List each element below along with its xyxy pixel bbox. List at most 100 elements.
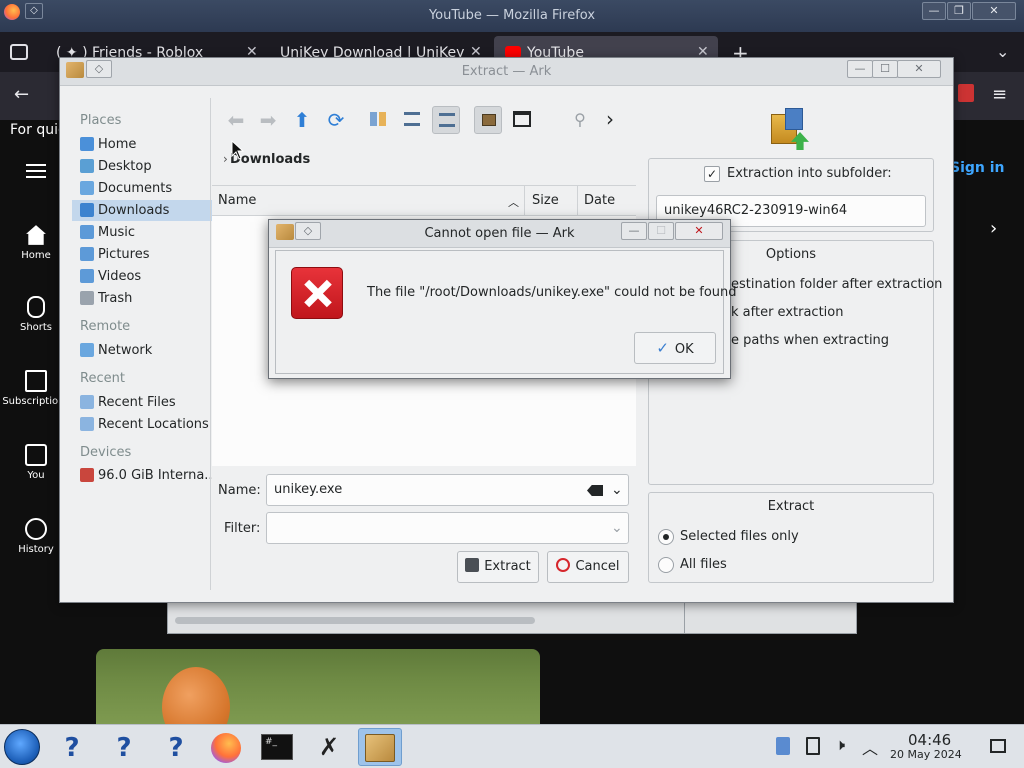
unknown-app-button[interactable]: ? bbox=[50, 728, 94, 766]
home-folder-icon bbox=[80, 137, 94, 151]
name-input[interactable]: unikey.exe ⌄ bbox=[266, 474, 629, 506]
ark-task-button[interactable] bbox=[358, 728, 402, 766]
file-list-header: Name ︿ Size Date bbox=[212, 186, 636, 216]
close-button[interactable]: ✕ bbox=[675, 222, 723, 240]
extract-button[interactable]: Extract bbox=[457, 551, 539, 583]
subfolder-checkbox[interactable]: ✓ bbox=[704, 166, 720, 182]
option-open-destination[interactable]: estination folder after extraction bbox=[731, 277, 942, 292]
clear-text-icon[interactable] bbox=[587, 485, 603, 496]
places-item-home[interactable]: Home bbox=[72, 134, 212, 155]
clipboard-icon[interactable] bbox=[776, 737, 790, 755]
places-item-label: 96.0 GiB Interna... bbox=[98, 468, 212, 483]
places-item-pictures[interactable]: Pictures bbox=[72, 244, 212, 265]
places-item-downloads[interactable]: Downloads bbox=[72, 200, 212, 221]
places-item-videos[interactable]: Videos bbox=[72, 266, 212, 287]
sort-ascending-icon[interactable]: ︿ bbox=[508, 194, 519, 210]
reload-icon[interactable]: ⟳ bbox=[322, 106, 350, 134]
all-files-radio[interactable] bbox=[658, 557, 674, 573]
mouse-cursor-icon bbox=[231, 140, 245, 160]
places-item-drive[interactable]: 96.0 GiB Interna... bbox=[72, 465, 212, 486]
unknown-app-button[interactable]: ? bbox=[154, 728, 198, 766]
ok-button-label: OK bbox=[674, 342, 694, 357]
forward-arrow-icon[interactable]: ➡ bbox=[254, 106, 282, 134]
error-icon bbox=[291, 267, 343, 319]
compact-view-icon[interactable] bbox=[398, 106, 426, 134]
selected-files-label[interactable]: Selected files only bbox=[680, 529, 799, 544]
back-arrow-icon[interactable]: ← bbox=[14, 84, 29, 105]
chevron-down-icon[interactable]: ⌄ bbox=[611, 513, 623, 543]
cancel-button[interactable]: Cancel bbox=[547, 551, 629, 583]
video-thumbnail[interactable] bbox=[96, 649, 540, 724]
preview-icon[interactable] bbox=[474, 106, 502, 134]
ok-button[interactable]: ✓ OK bbox=[634, 332, 716, 364]
unknown-app-button[interactable]: ? bbox=[102, 728, 146, 766]
chevron-down-icon[interactable]: ⌄ bbox=[611, 475, 623, 505]
show-desktop-icon[interactable] bbox=[990, 739, 1006, 753]
volume-muted-icon[interactable]: 🕨 bbox=[835, 735, 845, 755]
error-message: The file "/root/Downloads/unikey.exe" co… bbox=[367, 285, 737, 300]
start-menu-button[interactable] bbox=[4, 729, 40, 765]
places-item-desktop[interactable]: Desktop bbox=[72, 156, 212, 177]
split-view-icon[interactable] bbox=[508, 106, 536, 134]
column-name[interactable]: Name bbox=[218, 193, 256, 208]
maximize-button[interactable]: ☐ bbox=[872, 60, 898, 78]
column-divider bbox=[577, 186, 578, 216]
extension-icon[interactable] bbox=[958, 84, 974, 102]
ark-window-title: Extract — Ark bbox=[461, 64, 552, 79]
yt-sidebar-label: Shorts bbox=[19, 322, 53, 333]
places-heading: Places bbox=[80, 113, 122, 128]
column-size[interactable]: Size bbox=[532, 193, 559, 208]
detail-view-icon[interactable] bbox=[432, 106, 460, 134]
column-date[interactable]: Date bbox=[584, 193, 615, 208]
maximize-button[interactable]: ☐ bbox=[648, 222, 674, 240]
chevron-right-icon[interactable]: › bbox=[596, 106, 624, 134]
notes-icon[interactable] bbox=[806, 737, 820, 755]
minimize-button[interactable]: — bbox=[621, 222, 647, 240]
app-menu-icon[interactable]: ≡ bbox=[992, 84, 1007, 105]
terminal-task-button[interactable]: #_ bbox=[255, 728, 299, 766]
selected-files-radio[interactable] bbox=[658, 529, 674, 545]
filter-input[interactable]: ⌄ bbox=[266, 512, 629, 544]
breadcrumb-chevron-icon[interactable]: › bbox=[223, 152, 228, 166]
minimize-button[interactable]: — bbox=[922, 2, 946, 20]
places-item-recent-locations[interactable]: Recent Locations bbox=[72, 414, 212, 435]
places-item-music[interactable]: Music bbox=[72, 222, 212, 243]
places-item-recent-files[interactable]: Recent Files bbox=[72, 392, 212, 413]
xapp-task-button[interactable]: ✗ bbox=[307, 728, 351, 766]
recent-locations-icon bbox=[80, 417, 94, 431]
pictures-icon bbox=[80, 247, 94, 261]
clock-date[interactable]: 20 May 2024 bbox=[890, 748, 962, 761]
horizontal-scrollbar[interactable] bbox=[175, 617, 535, 624]
up-arrow-icon[interactable]: ⬆ bbox=[288, 106, 316, 134]
extract-group-title: Extract bbox=[767, 499, 815, 514]
list-all-tabs-icon[interactable]: ⌄ bbox=[996, 42, 1009, 61]
icon-view-icon[interactable] bbox=[364, 106, 392, 134]
taskbar: ? ? ? #_ ✗ 🕨 ︿ bbox=[0, 724, 1024, 768]
option-close-after-extraction[interactable]: k after extraction bbox=[731, 305, 843, 320]
devices-heading: Devices bbox=[80, 445, 132, 460]
sign-in-link[interactable]: Sign in bbox=[950, 160, 1005, 176]
close-button[interactable]: ✕ bbox=[972, 2, 1016, 20]
close-button[interactable]: ✕ bbox=[897, 60, 941, 78]
tab-overview-icon[interactable] bbox=[10, 44, 28, 60]
minimize-button[interactable]: — bbox=[847, 60, 873, 78]
option-preserve-paths[interactable]: e paths when extracting bbox=[731, 333, 889, 348]
places-item-network[interactable]: Network bbox=[72, 340, 212, 361]
all-files-label[interactable]: All files bbox=[680, 557, 727, 572]
clock-time[interactable]: 04:46 bbox=[908, 731, 951, 749]
places-item-trash[interactable]: Trash bbox=[72, 288, 212, 309]
name-input-value: unikey.exe bbox=[274, 482, 343, 497]
hamburger-menu-icon[interactable] bbox=[26, 164, 46, 178]
back-arrow-icon[interactable]: ⬅ bbox=[222, 106, 250, 134]
zoom-icon[interactable]: ⚲ bbox=[566, 106, 594, 134]
places-item-documents[interactable]: Documents bbox=[72, 178, 212, 199]
maximize-button[interactable]: ❐ bbox=[947, 2, 971, 20]
history-icon bbox=[25, 518, 47, 540]
firefox-task-button[interactable] bbox=[204, 728, 248, 766]
extract-group: Extract Selected files only All files bbox=[648, 492, 934, 583]
documents-icon bbox=[80, 181, 94, 195]
chevron-up-icon[interactable]: ︿ bbox=[862, 735, 878, 759]
thumbnail-ball bbox=[162, 667, 230, 724]
chevron-right-icon[interactable]: › bbox=[990, 218, 997, 239]
recent-files-icon bbox=[80, 395, 94, 409]
